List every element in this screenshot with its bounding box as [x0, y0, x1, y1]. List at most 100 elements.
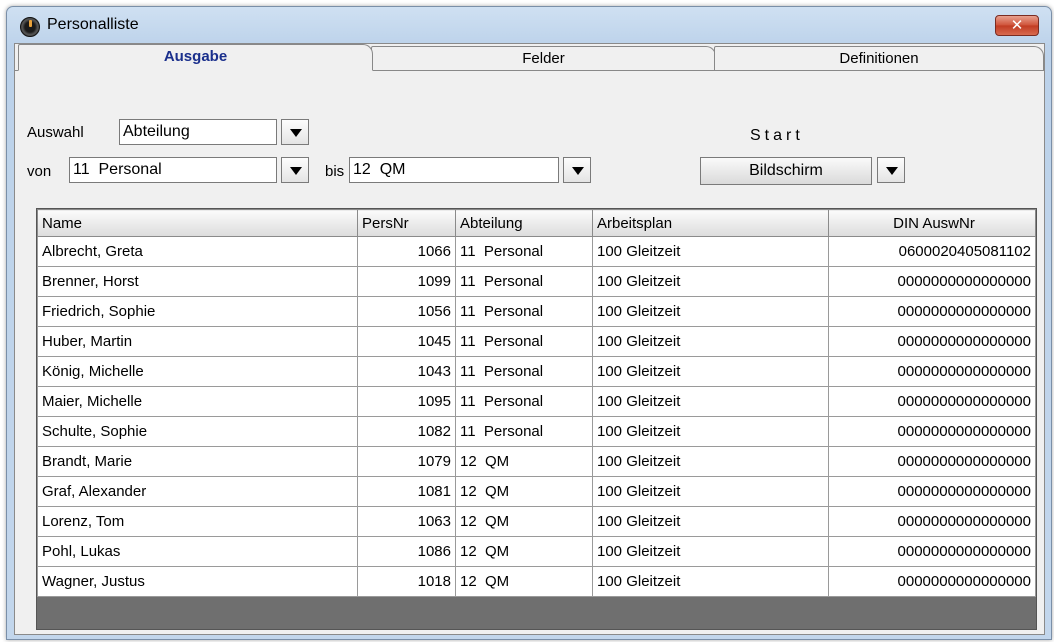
cell-din-auswnr: 0000000000000000: [828, 566, 1036, 597]
cell-persnr: 1086: [357, 536, 456, 567]
von-dropdown-button[interactable]: [281, 157, 309, 183]
table-row[interactable]: Lorenz, Tom 1063 12 QM 100 Gleitzeit 0000000…: [37, 506, 1036, 537]
bis-dropdown-button[interactable]: [563, 157, 591, 183]
table-row[interactable]: Friedrich, Sophie 1056 11 Personal 100 Glei…: [37, 296, 1036, 327]
cell-din-auswnr: 0000000000000000: [828, 476, 1036, 507]
cell-arbeitsplan: 100 Gleitzeit: [592, 236, 829, 267]
bildschirm-button[interactable]: Bildschirm: [700, 157, 872, 185]
cell-arbeitsplan: 100 Gleitzeit: [592, 566, 829, 597]
cell-arbeitsplan: 100 Gleitzeit: [592, 266, 829, 297]
cell-persnr: 1066: [357, 236, 456, 267]
cell-din-auswnr: 0000000000000000: [828, 416, 1036, 447]
cell-persnr: 1045: [357, 326, 456, 357]
cell-name: Graf, Alexander: [37, 476, 358, 507]
table-row[interactable]: Huber, Martin 1045 11 Personal 100 Gleitzei…: [37, 326, 1036, 357]
personal-table: Name PersNr Abteilung Arbeitsplan DIN Au…: [37, 209, 1036, 597]
column-header-name[interactable]: Name: [37, 209, 358, 237]
table-row[interactable]: Pohl, Lukas 1086 12 QM 100 Gleitzeit 0000000…: [37, 536, 1036, 567]
title-bar[interactable]: Personalliste ✕: [7, 7, 1051, 41]
cell-arbeitsplan: 100 Gleitzeit: [592, 446, 829, 477]
cell-arbeitsplan: 100 Gleitzeit: [592, 356, 829, 387]
cell-din-auswnr: 0000000000000000: [828, 326, 1036, 357]
cell-abteilung: 11 Personal: [455, 236, 593, 267]
table-row[interactable]: Graf, Alexander 1081 12 QM 100 Gleitzeit 000…: [37, 476, 1036, 507]
tab-ausgabe[interactable]: Ausgabe: [18, 44, 373, 71]
cell-persnr: 1056: [357, 296, 456, 327]
table-row[interactable]: Brenner, Horst 1099 11 Personal 100 Gleitze…: [37, 266, 1036, 297]
cell-din-auswnr: 0000000000000000: [828, 506, 1036, 537]
cell-arbeitsplan: 100 Gleitzeit: [592, 296, 829, 327]
column-header-persnr[interactable]: PersNr: [357, 209, 456, 237]
cell-abteilung: 11 Personal: [455, 296, 593, 327]
cell-persnr: 1082: [357, 416, 456, 447]
von-select[interactable]: 11 Personal: [69, 157, 277, 183]
bis-label: bis: [325, 163, 345, 180]
table-row[interactable]: Wagner, Justus 1018 12 QM 100 Gleitzeit 0000…: [37, 566, 1036, 597]
cell-name: Brenner, Horst: [37, 266, 358, 297]
cell-arbeitsplan: 100 Gleitzeit: [592, 506, 829, 537]
cell-abteilung: 12 QM: [455, 536, 593, 567]
cell-din-auswnr: 0000000000000000: [828, 266, 1036, 297]
personal-grid: Name PersNr Abteilung Arbeitsplan DIN Au…: [36, 208, 1037, 630]
tab-felder[interactable]: Felder: [371, 46, 716, 70]
cell-arbeitsplan: 100 Gleitzeit: [592, 416, 829, 447]
cell-abteilung: 12 QM: [455, 476, 593, 507]
cell-abteilung: 12 QM: [455, 566, 593, 597]
cell-name: König, Michelle: [37, 356, 358, 387]
cell-abteilung: 11 Personal: [455, 356, 593, 387]
cell-abteilung: 12 QM: [455, 446, 593, 477]
auswahl-dropdown-button[interactable]: [281, 119, 309, 145]
column-header-arbeitsplan[interactable]: Arbeitsplan: [592, 209, 829, 237]
close-button[interactable]: ✕: [995, 15, 1039, 36]
cell-name: Brandt, Marie: [37, 446, 358, 477]
cell-persnr: 1081: [357, 476, 456, 507]
cell-name: Albrecht, Greta: [37, 236, 358, 267]
cell-din-auswnr: 0000000000000000: [828, 446, 1036, 477]
table-row[interactable]: Schulte, Sophie 1082 11 Personal 100 Gleitz…: [37, 416, 1036, 447]
cell-name: Wagner, Justus: [37, 566, 358, 597]
cell-persnr: 1063: [357, 506, 456, 537]
app-icon: [20, 17, 40, 37]
bis-select[interactable]: 12 QM: [349, 157, 559, 183]
cell-persnr: 1099: [357, 266, 456, 297]
cell-arbeitsplan: 100 Gleitzeit: [592, 326, 829, 357]
table-header-row: Name PersNr Abteilung Arbeitsplan DIN Au…: [37, 209, 1036, 237]
cell-abteilung: 11 Personal: [455, 266, 593, 297]
cell-name: Maier, Michelle: [37, 386, 358, 417]
cell-persnr: 1043: [357, 356, 456, 387]
table-row[interactable]: Brandt, Marie 1079 12 QM 100 Gleitzeit 00000…: [37, 446, 1036, 477]
auswahl-label: Auswahl: [27, 124, 84, 141]
von-label: von: [27, 163, 52, 180]
cell-din-auswnr: 0600020405081102: [828, 236, 1036, 267]
cell-abteilung: 12 QM: [455, 506, 593, 537]
cell-name: Pohl, Lukas: [37, 536, 358, 567]
cell-name: Lorenz, Tom: [37, 506, 358, 537]
cell-persnr: 1095: [357, 386, 456, 417]
client-area: Ausgabe Felder Definitionen Auswahl Abte…: [14, 43, 1045, 635]
start-label: Start: [750, 127, 804, 144]
column-header-abteilung[interactable]: Abteilung: [455, 209, 593, 237]
cell-abteilung: 11 Personal: [455, 416, 593, 447]
cell-din-auswnr: 0000000000000000: [828, 536, 1036, 567]
window-title: Personalliste: [47, 16, 139, 33]
cell-arbeitsplan: 100 Gleitzeit: [592, 476, 829, 507]
tab-definitionen[interactable]: Definitionen: [714, 46, 1044, 70]
start-dropdown-button[interactable]: [877, 157, 905, 183]
cell-abteilung: 11 Personal: [455, 326, 593, 357]
cell-din-auswnr: 0000000000000000: [828, 296, 1036, 327]
cell-name: Huber, Martin: [37, 326, 358, 357]
cell-persnr: 1018: [357, 566, 456, 597]
cell-din-auswnr: 0000000000000000: [828, 356, 1036, 387]
cell-name: Friedrich, Sophie: [37, 296, 358, 327]
cell-arbeitsplan: 100 Gleitzeit: [592, 536, 829, 567]
table-row[interactable]: König, Michelle 1043 11 Personal 100 Gleitz…: [37, 356, 1036, 387]
cell-abteilung: 11 Personal: [455, 386, 593, 417]
cell-din-auswnr: 0000000000000000: [828, 386, 1036, 417]
cell-name: Schulte, Sophie: [37, 416, 358, 447]
table-row[interactable]: Maier, Michelle 1095 11 Personal 100 Gleitz…: [37, 386, 1036, 417]
auswahl-select[interactable]: Abteilung: [119, 119, 277, 145]
table-row[interactable]: Albrecht, Greta 1066 11 Personal 100 Gleitz…: [37, 236, 1036, 267]
column-header-din-auswnr[interactable]: DIN AuswNr: [828, 209, 1036, 237]
cell-persnr: 1079: [357, 446, 456, 477]
cell-arbeitsplan: 100 Gleitzeit: [592, 386, 829, 417]
